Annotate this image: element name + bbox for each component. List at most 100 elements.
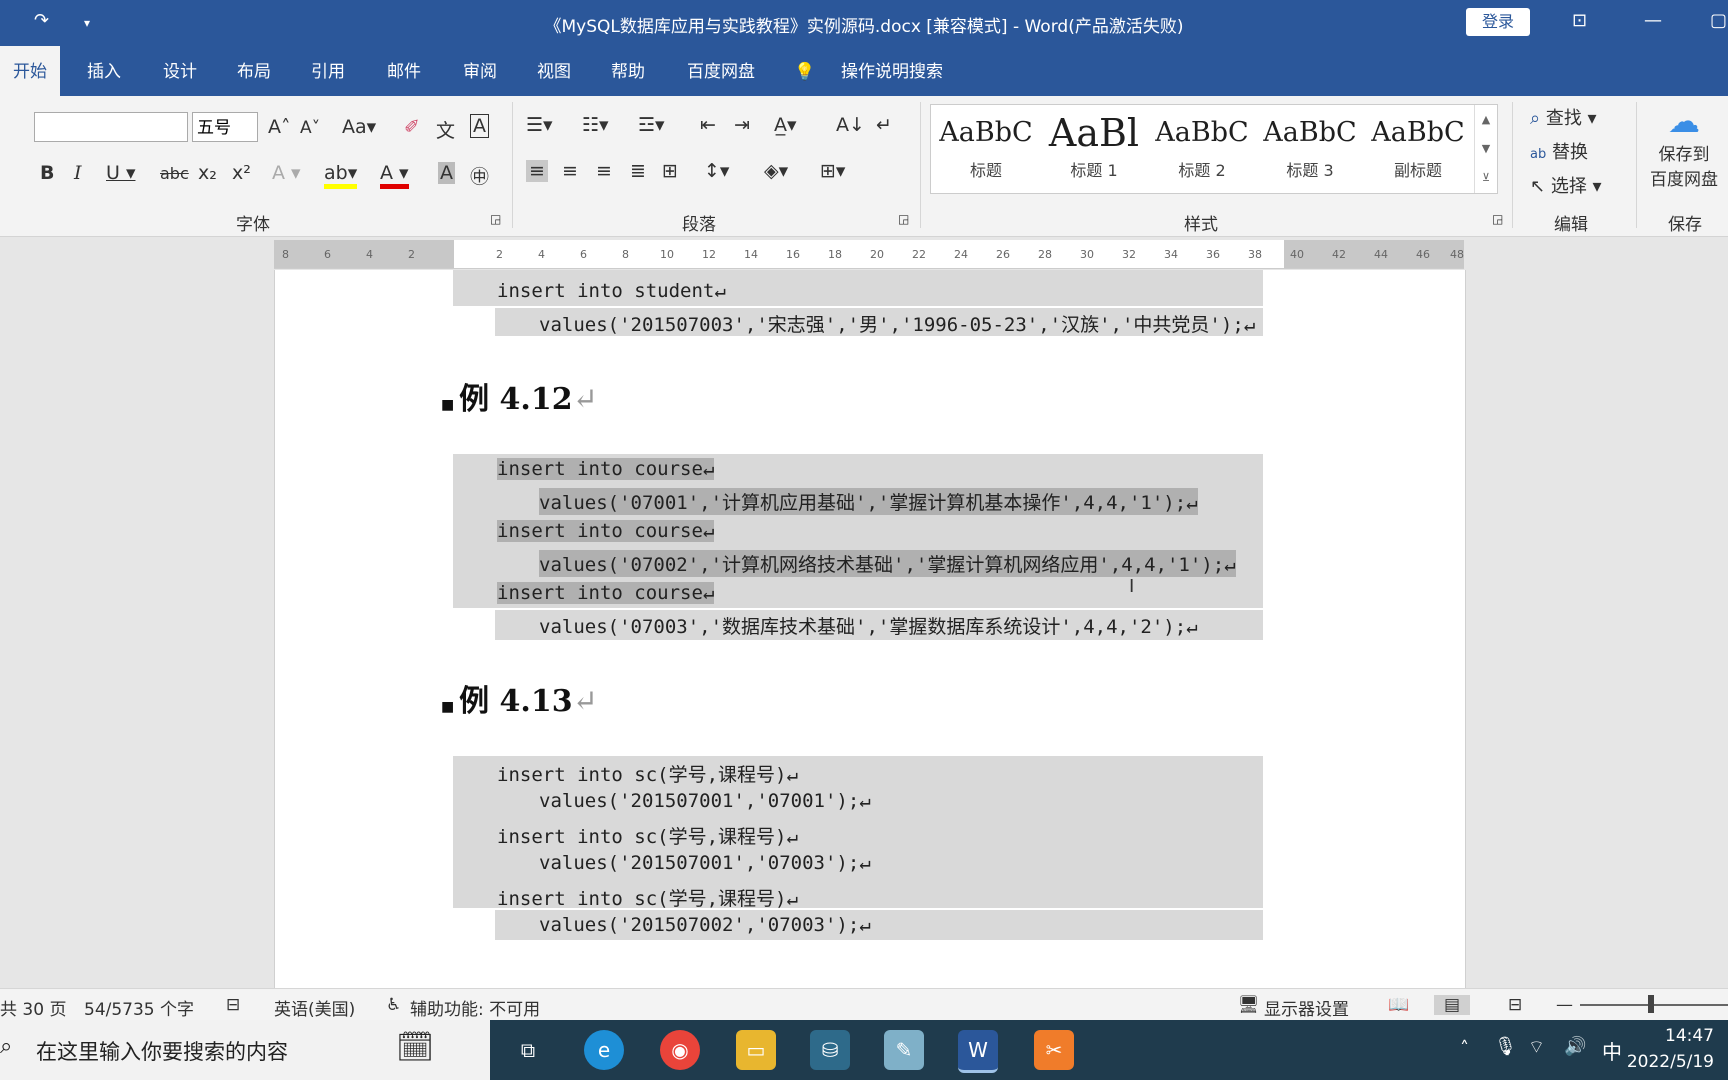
multilevel-list-icon[interactable]: ☲▾ <box>638 114 665 136</box>
tab-design[interactable]: 设计 <box>150 46 210 96</box>
separator <box>920 102 921 228</box>
align-center-icon[interactable]: ≡ <box>562 160 578 182</box>
proofing-icon[interactable]: ⊟ <box>226 995 240 1015</box>
tab-view[interactable]: 视图 <box>524 46 584 96</box>
web-layout-icon[interactable]: ⊟ <box>1508 995 1522 1015</box>
change-case-icon[interactable]: Aa▾ <box>342 116 376 138</box>
chrome-icon[interactable]: ◉ <box>660 1030 700 1070</box>
page-count[interactable]: 共 30 页 <box>0 995 66 1020</box>
bullets-icon[interactable]: ☰▾ <box>526 114 553 136</box>
scroll-down-icon[interactable]: ▼ <box>1475 134 1497 163</box>
decrease-indent-icon[interactable]: ⇤ <box>700 114 716 136</box>
tell-me-search[interactable]: 操作说明搜索 <box>828 46 956 96</box>
grow-font-icon[interactable]: A˄ <box>268 116 291 138</box>
mysql-workbench-icon[interactable]: ⛁ <box>810 1030 850 1070</box>
increase-indent-icon[interactable]: ⇥ <box>734 114 750 136</box>
select-button[interactable]: ↖ 选择 ▾ <box>1530 172 1602 198</box>
read-mode-icon[interactable]: 📖 <box>1388 995 1409 1015</box>
display-settings[interactable]: 显示器设置 <box>1264 995 1349 1020</box>
heading-example-4-13: ■ 例 4.13↵ <box>441 684 598 719</box>
styles-dialog-launcher-icon[interactable]: ◲ <box>1492 212 1503 226</box>
align-left-icon[interactable]: ≡ <box>526 160 548 182</box>
clock-date[interactable]: 2022/5/19 <box>1627 1052 1714 1072</box>
maximize-icon[interactable]: ▢ <box>1710 10 1727 31</box>
tab-layout[interactable]: 布局 <box>224 46 284 96</box>
tab-home[interactable]: 开始 <box>0 46 60 96</box>
file-explorer-icon[interactable]: ▭ <box>736 1030 776 1070</box>
task-view-icon[interactable]: ⧉ <box>508 1030 548 1070</box>
ribbon-display-icon[interactable]: ⊡ <box>1572 10 1587 31</box>
bold-icon[interactable]: B <box>40 162 54 184</box>
underline-icon[interactable]: U ▾ <box>106 162 135 184</box>
style-subtitle[interactable]: AaBbC 副标题 <box>1365 109 1471 181</box>
chinese-layout-icon[interactable]: A̲▾ <box>774 114 797 136</box>
shrink-font-icon[interactable]: A˅ <box>300 118 320 138</box>
enclose-characters-icon[interactable]: ㊥ <box>470 162 489 189</box>
character-shading-icon[interactable]: A <box>438 162 455 184</box>
style-heading-2[interactable]: AaBbC 标题 2 <box>1149 109 1255 181</box>
numbering-icon[interactable]: ☷▾ <box>582 114 609 136</box>
tab-review[interactable]: 审阅 <box>450 46 510 96</box>
font-dialog-launcher-icon[interactable]: ◲ <box>490 212 501 226</box>
tab-references[interactable]: 引用 <box>298 46 358 96</box>
sort-icon[interactable]: A↓ <box>836 114 865 136</box>
borders-icon[interactable]: ⊞▾ <box>820 160 845 182</box>
show-marks-icon[interactable]: ↵ <box>876 114 892 136</box>
zoom-slider[interactable] <box>1580 1004 1728 1006</box>
minimize-icon[interactable]: — <box>1644 10 1662 31</box>
show-hidden-icons[interactable]: ˄ <box>1460 1038 1469 1059</box>
phonetic-guide-icon[interactable]: 文 <box>436 116 455 143</box>
tab-insert[interactable]: 插入 <box>74 46 134 96</box>
ruler-tick: 10 <box>660 248 674 261</box>
text-effects-icon[interactable]: A ▾ <box>272 162 301 184</box>
horizontal-ruler[interactable]: 8 6 4 2 2 4 6 8 10 12 14 16 18 20 22 24 … <box>274 240 1464 269</box>
accessibility-status[interactable]: 辅助功能: 不可用 <box>410 995 540 1020</box>
subscript-icon[interactable]: x₂ <box>198 162 217 184</box>
microphone-icon[interactable]: 🎙 <box>1494 1036 1517 1057</box>
wifi-icon[interactable]: ⌔ <box>1528 1036 1545 1059</box>
login-button[interactable]: 登录 <box>1466 8 1530 36</box>
find-button[interactable]: ⌕ 查找 ▾ <box>1530 104 1597 130</box>
character-border-icon[interactable]: A <box>470 114 489 138</box>
align-right-icon[interactable]: ≡ <box>596 160 612 182</box>
word-icon[interactable]: W <box>958 1030 998 1073</box>
font-size-field[interactable]: 五号 <box>192 112 258 142</box>
line-spacing-icon[interactable]: ↕▾ <box>704 160 729 182</box>
word-count[interactable]: 54/5735 个字 <box>84 995 194 1020</box>
strikethrough-icon[interactable]: abc <box>160 164 189 183</box>
zoom-slider-thumb[interactable] <box>1648 995 1654 1013</box>
style-heading-3[interactable]: AaBbC 标题 3 <box>1257 109 1363 181</box>
replace-button[interactable]: ab 替换 <box>1530 138 1588 164</box>
justify-icon[interactable]: ≣ <box>630 160 646 182</box>
volume-icon[interactable]: 🔊 <box>1564 1036 1586 1057</box>
tab-baidu-netdisk[interactable]: 百度网盘 <box>674 46 768 96</box>
distributed-icon[interactable]: ⊞ <box>662 160 678 182</box>
taskbar-search[interactable]: ⌕ 在这里输入你要搜索的内容 🗓 <box>0 1020 490 1080</box>
style-heading-1[interactable]: AaBl 标题 1 <box>1041 109 1147 181</box>
shading-icon[interactable]: ◈▾ <box>764 160 788 182</box>
styles-scroll[interactable]: ▲ ▼ ⊻ <box>1474 105 1497 193</box>
expand-gallery-icon[interactable]: ⊻ <box>1475 163 1497 192</box>
zoom-out-icon[interactable]: — <box>1556 995 1573 1015</box>
save-to-baidu-button[interactable]: ☁ 保存到 百度网盘 <box>1640 102 1728 190</box>
print-layout-icon[interactable]: ▤ <box>1434 995 1471 1015</box>
notepad-icon[interactable]: ✎ <box>884 1030 924 1070</box>
screenshot-tool-icon[interactable]: ✂ <box>1034 1030 1074 1070</box>
ime-indicator[interactable]: 中 <box>1602 1036 1622 1065</box>
italic-icon[interactable]: I <box>74 162 82 184</box>
paragraph-dialog-launcher-icon[interactable]: ◲ <box>898 212 909 226</box>
language[interactable]: 英语(美国) <box>274 995 355 1020</box>
clear-format-icon[interactable]: ✐ <box>404 116 420 138</box>
font-group-label: 字体 <box>236 215 270 235</box>
font-color-icon[interactable]: A ▾ <box>380 162 409 189</box>
style-title[interactable]: AaBbC 标题 <box>933 109 1039 181</box>
tab-mailings[interactable]: 邮件 <box>374 46 434 96</box>
superscript-icon[interactable]: x² <box>232 162 251 184</box>
edge-icon[interactable]: e <box>584 1030 624 1070</box>
clock-time[interactable]: 14:47 <box>1665 1026 1714 1046</box>
document-page[interactable]: insert into student↵ values('201507003',… <box>274 270 1466 988</box>
scroll-up-icon[interactable]: ▲ <box>1475 105 1497 134</box>
tab-help[interactable]: 帮助 <box>598 46 658 96</box>
font-name-field[interactable] <box>34 112 188 142</box>
highlight-icon[interactable]: ab▾ <box>324 162 358 189</box>
